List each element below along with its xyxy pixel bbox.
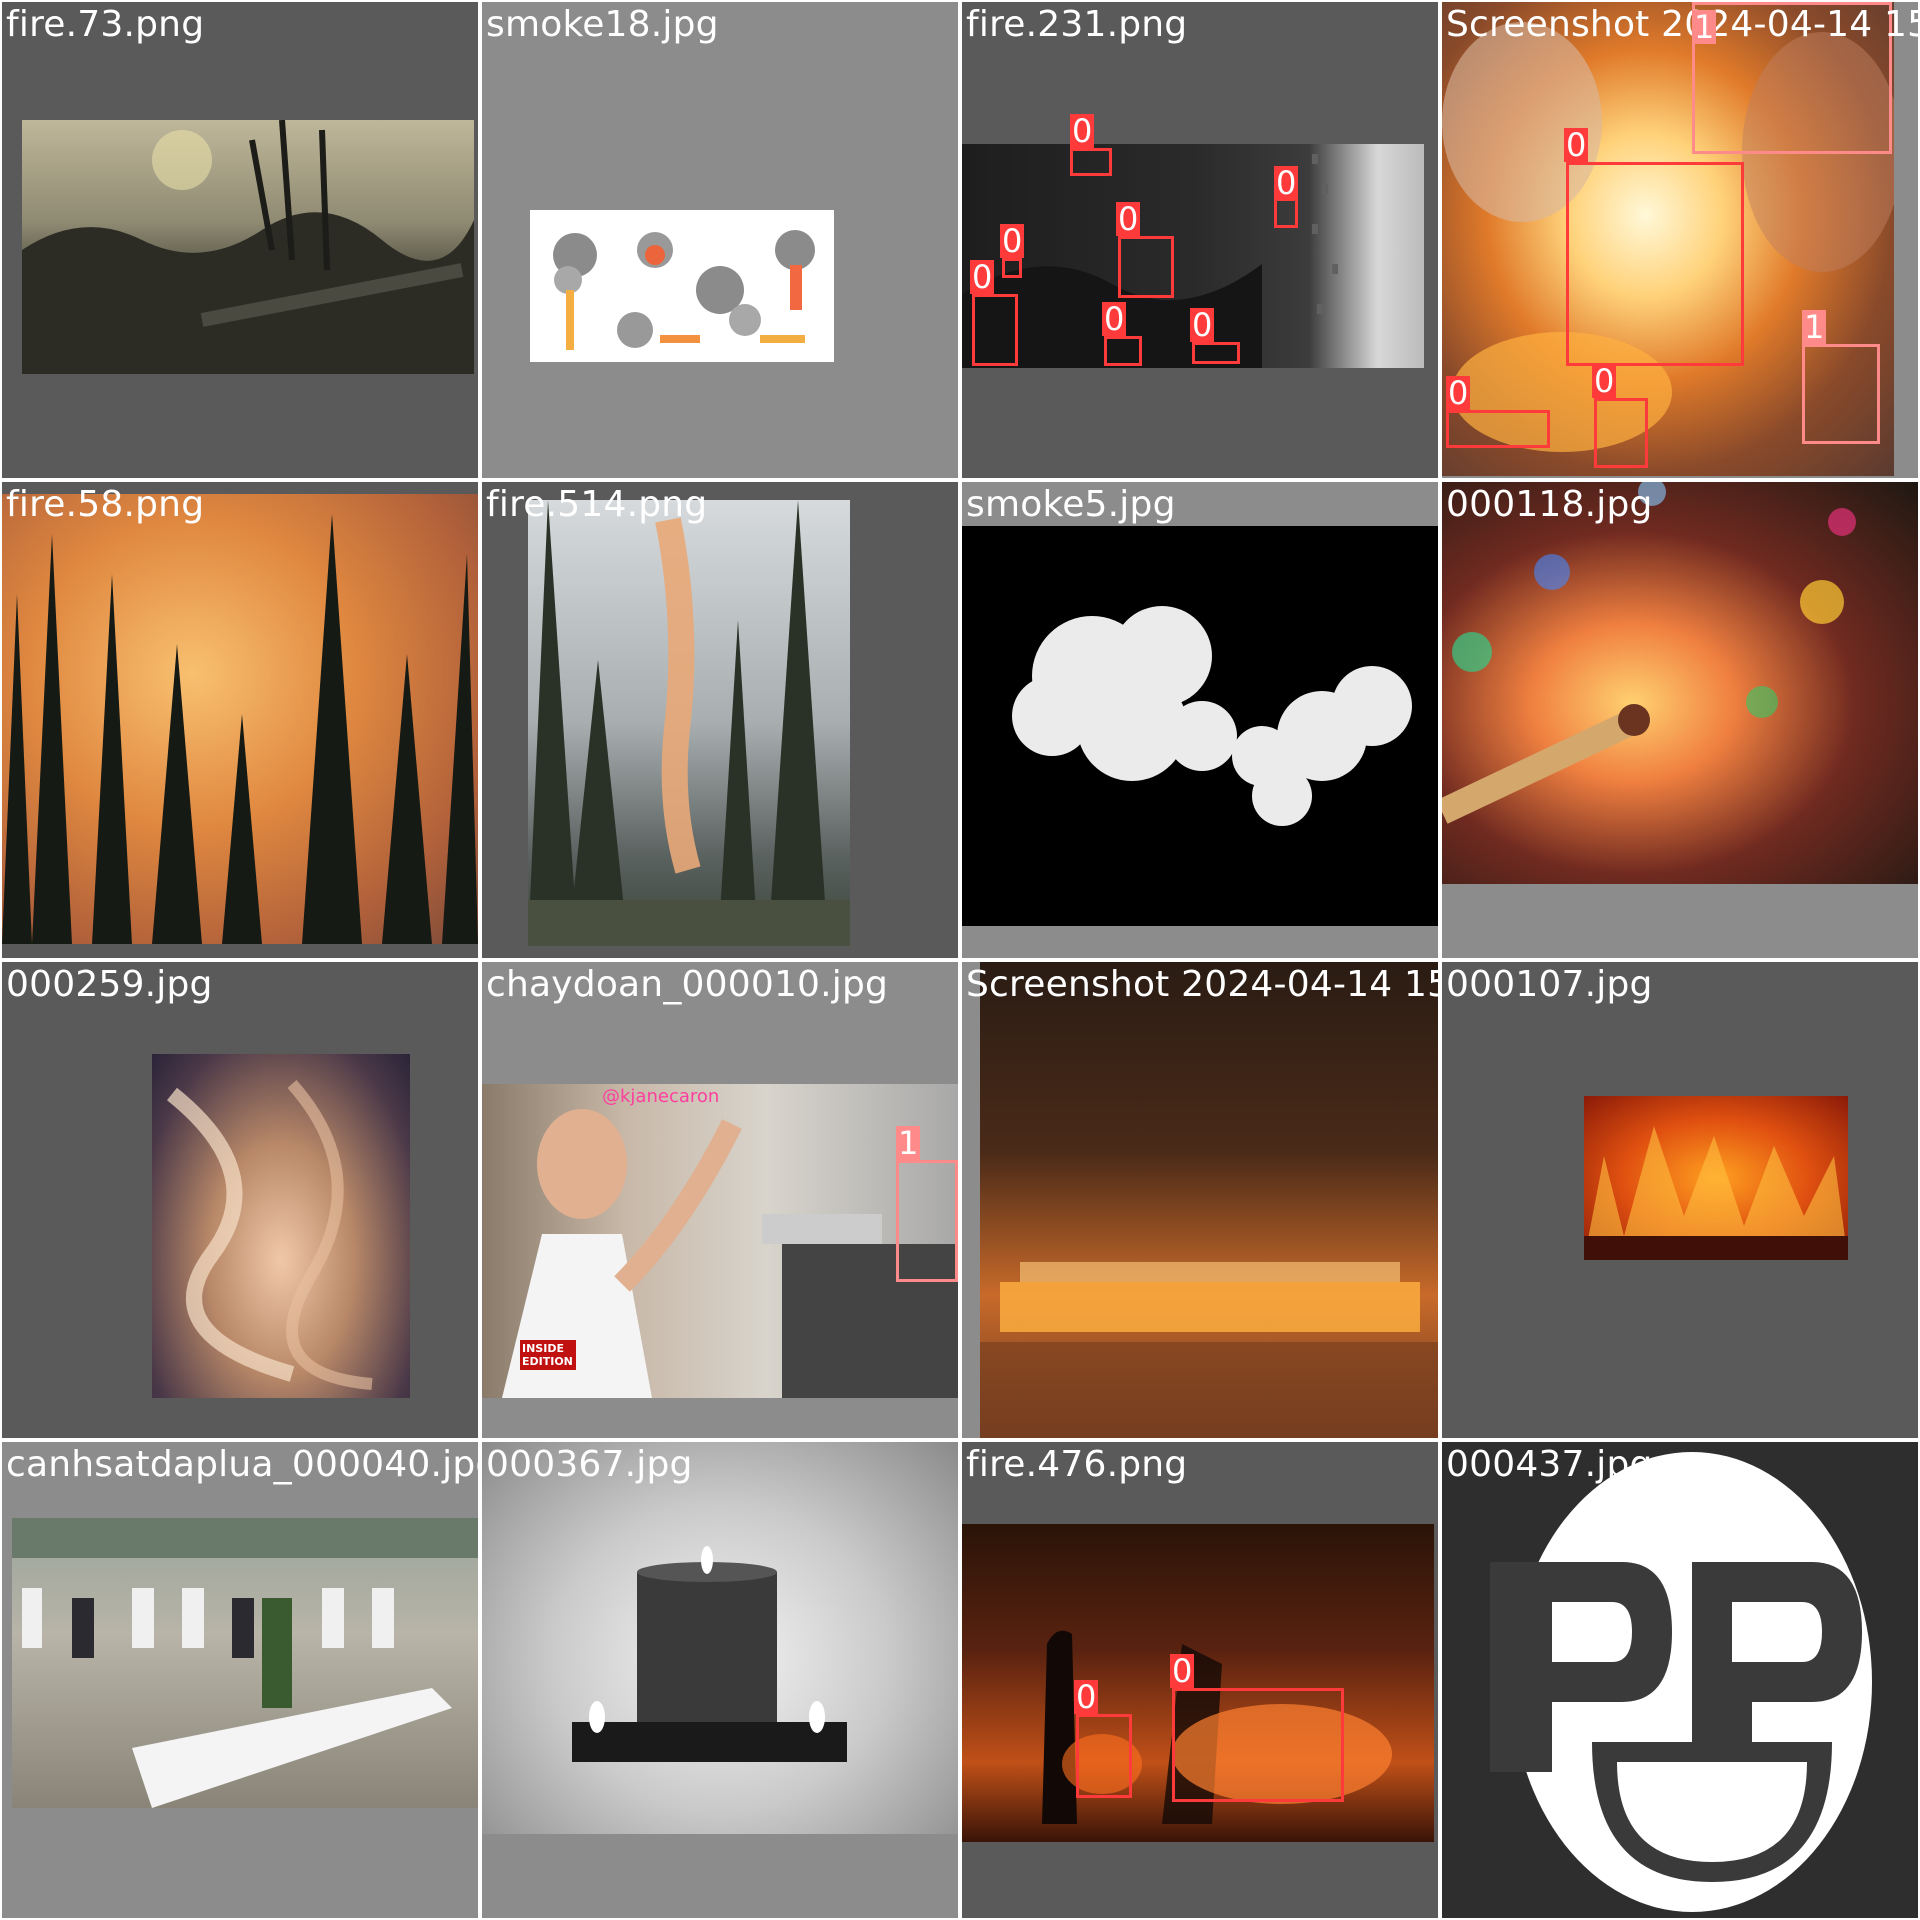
detection-box <box>1118 236 1174 298</box>
mosaic-tile-9: 000259.jpg <box>2 962 478 1438</box>
class-label: 1 <box>896 1124 921 1162</box>
class-label: 0 <box>1070 112 1095 150</box>
tile-filename: chaydoan_000010.jpg <box>486 964 889 1005</box>
mosaic-tile-3: fire.231.png 0 0 0 0 0 0 0 <box>962 2 1438 478</box>
detection-box <box>1274 198 1298 228</box>
tile-image <box>152 1054 410 1398</box>
class-label: 0 <box>1170 1652 1195 1690</box>
mosaic-tile-12: 000107.jpg <box>1442 962 1918 1438</box>
tile-image <box>1584 1096 1848 1260</box>
tile-image <box>1442 1442 1918 1918</box>
class-label: 0 <box>1116 200 1141 238</box>
tile-filename: fire.476.png <box>966 1444 1188 1485</box>
detection-box <box>972 294 1018 366</box>
tile-filename: 000259.jpg <box>6 964 213 1005</box>
class-label: 1 <box>1802 308 1827 346</box>
class-label: 0 <box>1000 222 1025 260</box>
class-label: 0 <box>1564 126 1589 164</box>
tile-filename: Screenshot 2024-04-14 154330.png <box>966 964 1438 1005</box>
tile-filename: 000118.jpg <box>1446 484 1653 525</box>
mosaic-tile-7: smoke5.jpg <box>962 482 1438 958</box>
class-label: 0 <box>1074 1678 1099 1716</box>
mosaic-tile-4: Screenshot 2024-04-14 154 1 0 1 0 0 <box>1442 2 1918 478</box>
tile-filename: smoke5.jpg <box>966 484 1176 525</box>
tile-filename: fire.514.png <box>486 484 708 525</box>
tile-image <box>528 500 850 946</box>
tile-filename: Screenshot 2024-04-14 154 <box>1446 4 1918 45</box>
tile-image <box>482 1442 958 1834</box>
tile-filename: smoke18.jpg <box>486 4 719 45</box>
mosaic-tile-8: 000118.jpg <box>1442 482 1918 958</box>
tile-image <box>530 210 834 362</box>
tile-filename: canhsatdaplua_000040.jpg <box>6 1444 478 1485</box>
tile-image <box>22 120 474 374</box>
class-label: 0 <box>1274 164 1299 202</box>
tile-filename: 000107.jpg <box>1446 964 1653 1005</box>
detection-box <box>1566 162 1744 366</box>
class-label: 0 <box>1446 374 1471 412</box>
detection-box <box>896 1160 958 1282</box>
tile-image <box>12 1518 478 1808</box>
tile-image <box>980 962 1438 1438</box>
mosaic-tile-15: fire.476.png 0 0 <box>962 1442 1438 1918</box>
mosaic-tile-6: fire.514.png <box>482 482 958 958</box>
watermark-text: @kjanecaron <box>602 1086 720 1107</box>
class-label: 0 <box>1592 362 1617 400</box>
tile-image <box>1442 482 1918 884</box>
tile-image <box>2 494 478 944</box>
mosaic-tile-16: 000437.jpg <box>1442 1442 1918 1918</box>
class-label: 0 <box>970 258 995 296</box>
detection-box <box>1002 258 1022 278</box>
mosaic-tile-5: fire.58.png <box>2 482 478 958</box>
mosaic-tile-1: fire.73.png <box>2 2 478 478</box>
tile-filename: 000367.jpg <box>486 1444 693 1485</box>
mosaic-tile-10: chaydoan_000010.jpg @kjanecaron INSIDE E… <box>482 962 958 1438</box>
detection-box <box>1802 344 1880 444</box>
tile-filename: fire.231.png <box>966 4 1188 45</box>
tile-image: @kjanecaron INSIDE EDITION <box>482 1084 958 1398</box>
class-label: 0 <box>1190 306 1215 344</box>
detection-box <box>1172 1688 1344 1802</box>
detection-box <box>1104 336 1142 366</box>
inside-edition-logo: INSIDE EDITION <box>520 1340 576 1370</box>
tile-filename: fire.58.png <box>6 484 205 525</box>
mosaic-tile-11: Screenshot 2024-04-14 154330.png <box>962 962 1438 1438</box>
tile-image <box>962 526 1438 926</box>
detection-box <box>1446 410 1550 448</box>
detection-box <box>1192 342 1240 364</box>
mosaic-tile-14: 000367.jpg <box>482 1442 958 1918</box>
tile-filename: 000437.jpg <box>1446 1444 1653 1485</box>
mosaic-tile-13: canhsatdaplua_000040.jpg <box>2 1442 478 1918</box>
class-label: 1 <box>1692 8 1717 46</box>
detection-box <box>1076 1714 1132 1798</box>
mosaic-tile-2: smoke18.jpg <box>482 2 958 478</box>
class-label: 0 <box>1102 300 1127 338</box>
detection-box <box>1594 398 1648 468</box>
tile-filename: fire.73.png <box>6 4 205 45</box>
detection-box <box>1070 148 1112 176</box>
